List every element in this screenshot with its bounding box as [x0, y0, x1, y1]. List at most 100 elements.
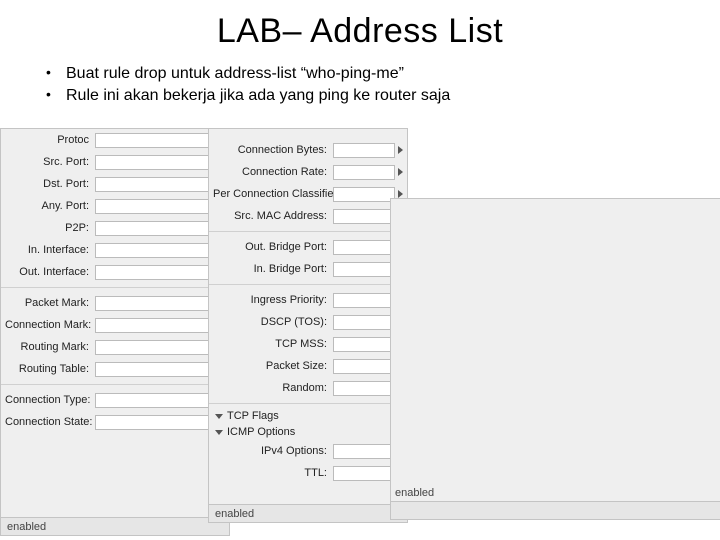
dst-port-input[interactable]: [95, 177, 217, 192]
field-label: Src. Port:: [5, 156, 95, 168]
p2p-input[interactable]: [95, 221, 217, 236]
page-title: LAB– Address List: [0, 0, 720, 51]
status-bar: enabled: [1, 517, 229, 535]
field-label: Routing Mark:: [5, 341, 95, 353]
tcp-mss-input[interactable]: [333, 337, 395, 352]
field-label: Random:: [213, 382, 333, 394]
field-label: Connection Mark:: [5, 319, 95, 331]
ipv4-options-input[interactable]: [333, 444, 395, 459]
field-row: In. Bridge Port:: [209, 258, 407, 280]
src-port-input[interactable]: [95, 155, 217, 170]
field-row: Connection Rate:: [209, 161, 407, 183]
bullet-list: Buat rule drop untuk address-list “who-p…: [40, 63, 720, 108]
field-row: Any. Port:: [1, 195, 229, 217]
field-label: Protoc: [5, 134, 95, 146]
field-row: In. Interface:: [1, 239, 229, 261]
field-row: Out. Interface:: [1, 261, 229, 283]
any-port-input[interactable]: [95, 199, 217, 214]
dscp-tos-input[interactable]: [333, 315, 395, 330]
field-label: TTL:: [213, 467, 333, 479]
field-row: Src. Port:: [1, 151, 229, 173]
status-bar: enabled: [209, 504, 407, 522]
out-bridge-port-input[interactable]: [333, 240, 395, 255]
in-interface-input[interactable]: [95, 243, 217, 258]
field-label: Src. MAC Address:: [213, 210, 333, 222]
ttl-input[interactable]: [333, 466, 395, 481]
src-mac-address-input[interactable]: [333, 209, 395, 224]
separator: [209, 403, 407, 404]
field-row: Src. MAC Address:: [209, 205, 407, 227]
in-bridge-port-input[interactable]: [333, 262, 395, 277]
field-label: Packet Size:: [213, 360, 333, 372]
chevron-down-icon: [215, 430, 223, 435]
firewall-dialog-left: Protoc Src. Port: Dst. Port: Any. Port: …: [0, 128, 230, 536]
field-label: IPv4 Options:: [213, 445, 333, 457]
packet-size-input[interactable]: [333, 359, 395, 374]
field-label: P2P:: [5, 222, 95, 234]
field-label: In. Interface:: [5, 244, 95, 256]
bullet-item: Buat rule drop untuk address-list “who-p…: [40, 63, 720, 85]
field-row: IPv4 Options:: [209, 440, 407, 462]
connection-state-input[interactable]: [95, 415, 217, 430]
expand-icon[interactable]: [398, 190, 403, 198]
field-row: Connection State:: [1, 411, 229, 433]
field-label: Out. Bridge Port:: [213, 241, 333, 253]
field-row: Connection Bytes:: [209, 139, 407, 161]
expand-icon[interactable]: [398, 168, 403, 176]
field-label: Connection Rate:: [213, 166, 333, 178]
field-row: Connection Mark:: [1, 314, 229, 336]
routing-table-input[interactable]: [95, 362, 217, 377]
field-row: Dst. Port:: [1, 173, 229, 195]
separator: [1, 287, 229, 288]
ingress-priority-input[interactable]: [333, 293, 395, 308]
status-bar: [391, 501, 720, 519]
packet-mark-input[interactable]: [95, 296, 217, 311]
field-row: Protoc: [1, 129, 229, 151]
protocol-input[interactable]: [95, 133, 214, 148]
field-label: Packet Mark:: [5, 297, 95, 309]
connection-type-input[interactable]: [95, 393, 217, 408]
field-label: Ingress Priority:: [213, 294, 333, 306]
field-label: Connection Bytes:: [213, 144, 333, 156]
field-label: Dst. Port:: [5, 178, 95, 190]
field-label: Connection Type:: [5, 394, 95, 406]
field-row: TTL:: [209, 462, 407, 484]
field-row: Out. Bridge Port:: [209, 236, 407, 258]
field-label: TCP MSS:: [213, 338, 333, 350]
connection-mark-input[interactable]: [95, 318, 217, 333]
field-row: Per Connection Classifier:: [209, 183, 407, 205]
status-text: enabled: [395, 487, 434, 499]
field-label: Connection State:: [5, 416, 95, 428]
field-row: DSCP (TOS):: [209, 311, 407, 333]
field-label: In. Bridge Port:: [213, 263, 333, 275]
connection-rate-input[interactable]: [333, 165, 395, 180]
field-row: Packet Mark:: [1, 292, 229, 314]
field-row: Random:: [209, 377, 407, 399]
field-label: Routing Table:: [5, 363, 95, 375]
field-row: Routing Mark:: [1, 336, 229, 358]
firewall-dialog-right: enabled: [390, 198, 720, 520]
field-label: Any. Port:: [5, 200, 95, 212]
field-label: Out. Interface:: [5, 266, 95, 278]
random-input[interactable]: [333, 381, 395, 396]
field-row: TCP MSS:: [209, 333, 407, 355]
separator: [209, 284, 407, 285]
firewall-dialog-middle: Connection Bytes: Connection Rate: Per C…: [208, 128, 408, 523]
separator: [1, 384, 229, 385]
field-row: Connection Type:: [1, 389, 229, 411]
field-row: Ingress Priority:: [209, 289, 407, 311]
section-header-tcp-flags[interactable]: TCP Flags: [209, 408, 407, 424]
connection-bytes-input[interactable]: [333, 143, 395, 158]
separator: [209, 231, 407, 232]
out-interface-input[interactable]: [95, 265, 217, 280]
routing-mark-input[interactable]: [95, 340, 217, 355]
field-row: P2P:: [1, 217, 229, 239]
expand-icon[interactable]: [398, 146, 403, 154]
bullet-item: Rule ini akan bekerja jika ada yang ping…: [40, 85, 720, 107]
section-header-icmp-options[interactable]: ICMP Options: [209, 424, 407, 440]
field-label: Per Connection Classifier:: [213, 188, 333, 200]
per-connection-classifier-input[interactable]: [333, 187, 395, 202]
field-label: DSCP (TOS):: [213, 316, 333, 328]
field-row: Packet Size:: [209, 355, 407, 377]
chevron-down-icon: [215, 414, 223, 419]
